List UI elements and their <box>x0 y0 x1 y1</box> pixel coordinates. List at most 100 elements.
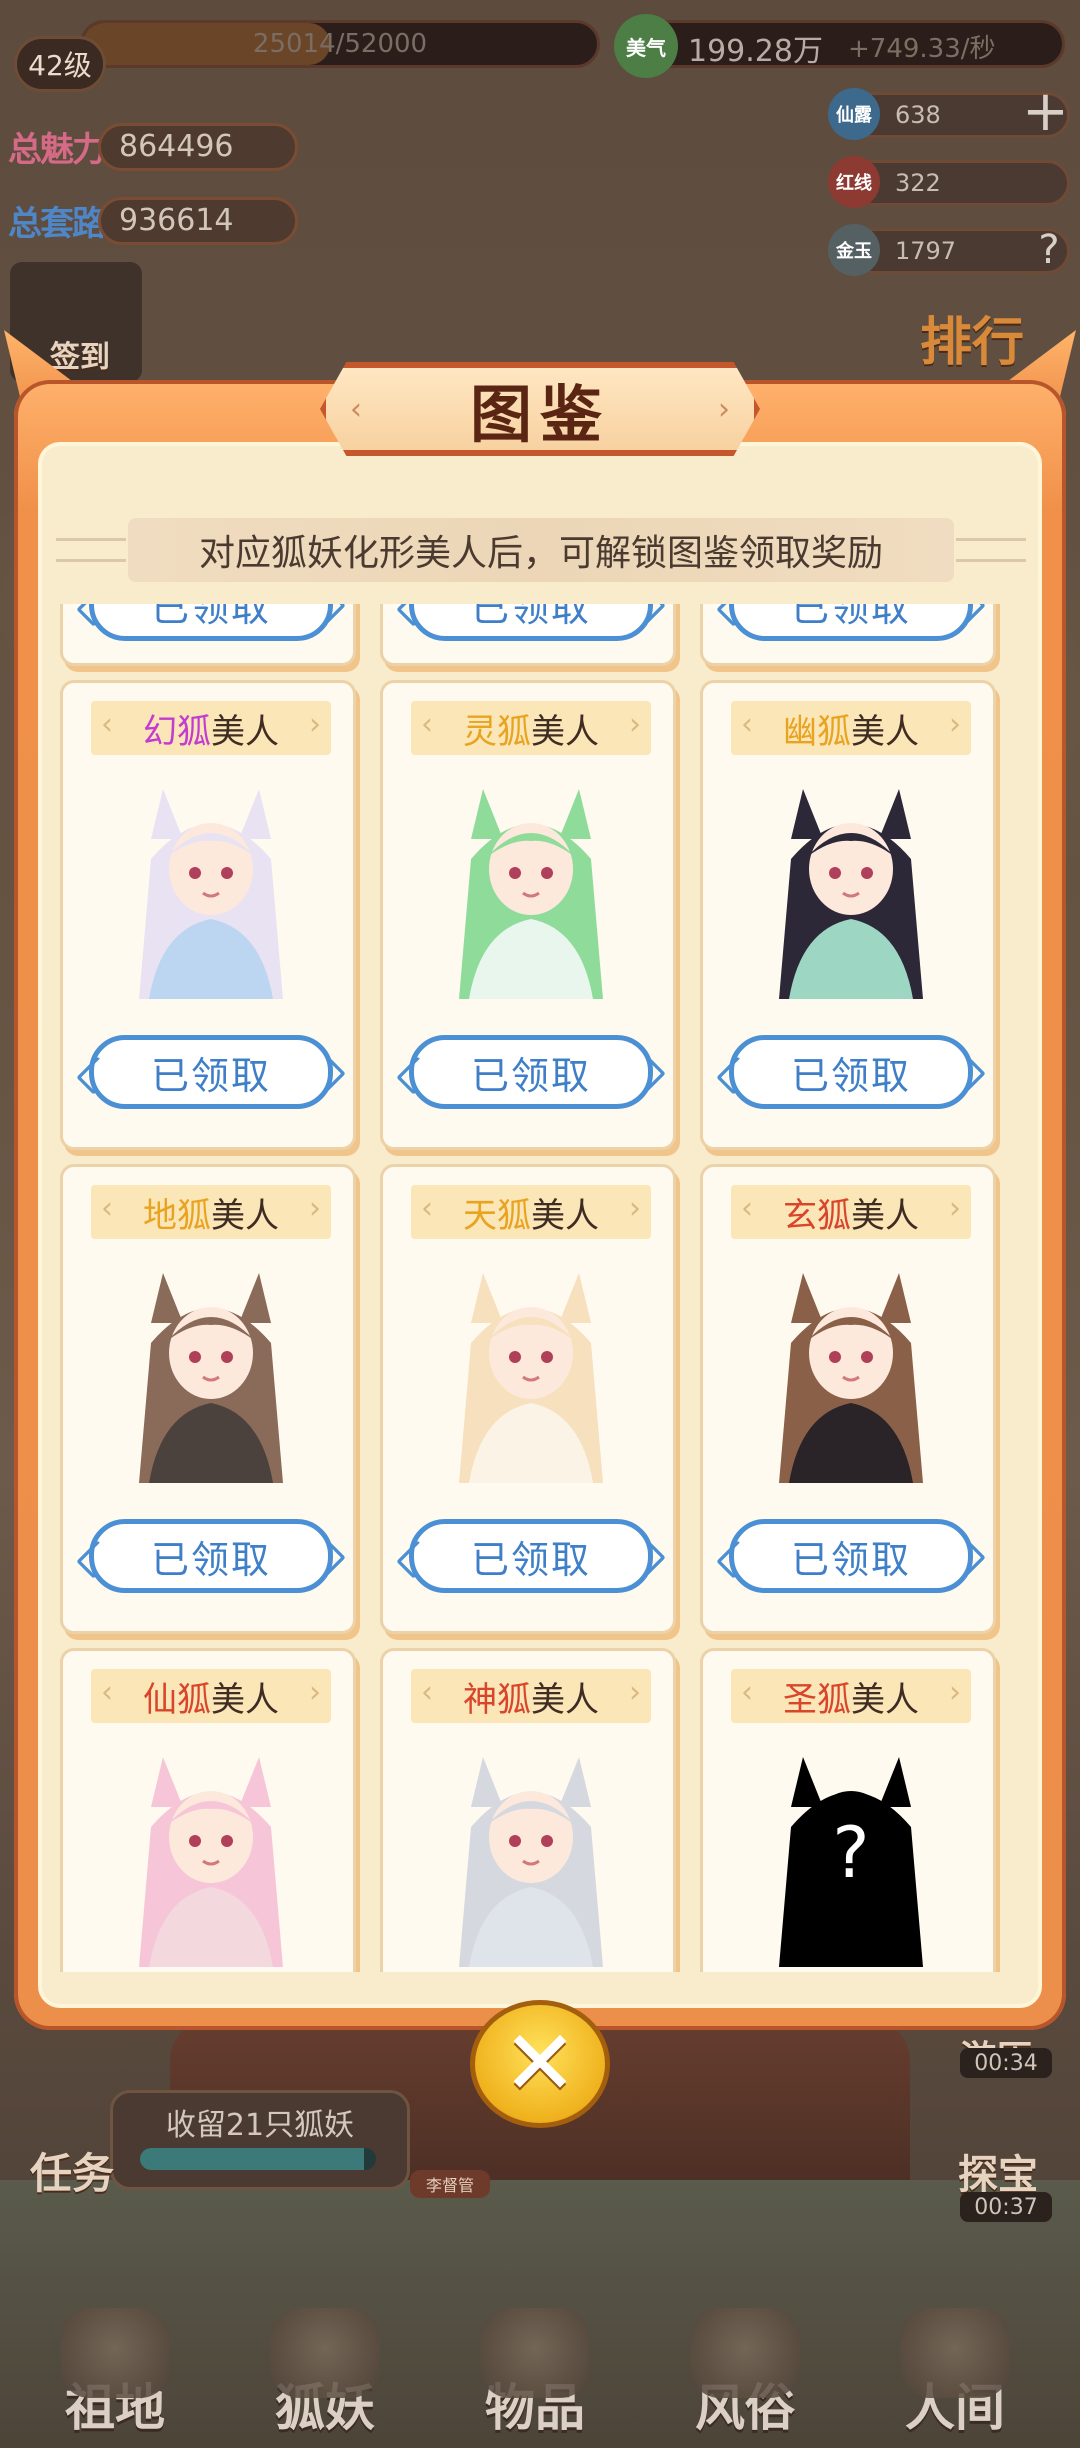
card-suffix: 美人 <box>851 1195 919 1236</box>
codex-card-prev-3: 已领取 <box>700 604 996 666</box>
codex-card[interactable]: 地狐美人已领取 <box>60 1164 356 1634</box>
rank-button[interactable]: 排行 <box>920 300 1024 375</box>
nav-customs[interactable]: 风俗 <box>660 2300 830 2440</box>
codex-card[interactable]: 幻狐美人已领取 <box>60 680 356 1150</box>
codex-card[interactable]: 神狐美人 <box>380 1648 676 1972</box>
card-name-plate: 天狐美人 <box>411 1185 651 1239</box>
nav-items[interactable]: 物品 <box>450 2300 620 2440</box>
help-icon[interactable]: ? <box>1026 230 1072 276</box>
wealth-value: 936614 <box>98 196 298 245</box>
subtitle-left-ornament <box>56 538 126 562</box>
fox-beauty-portrait <box>139 1273 283 1483</box>
codex-card-prev-1: 已领取 <box>60 604 356 666</box>
xp-text: 25014/52000 <box>252 29 428 59</box>
fox-spirit-icon <box>270 2308 380 2398</box>
add-resource-button[interactable]: + <box>1022 84 1069 140</box>
card-name-plate: 圣狐美人 <box>731 1669 971 1723</box>
claimed-button[interactable]: 已领取 <box>729 1519 973 1593</box>
card-suffix: 美人 <box>211 711 279 752</box>
claimed-button[interactable]: 已领取 <box>89 1519 333 1593</box>
card-fox-type: 玄狐 <box>783 1195 851 1236</box>
locked-silhouette: ? <box>779 1757 923 1967</box>
card-name-plate: 幽狐美人 <box>731 701 971 755</box>
resource-2-pill: 322 <box>850 160 1070 206</box>
task-progress-fill <box>140 2148 365 2170</box>
nav-fox-spirit[interactable]: 狐妖 <box>240 2300 410 2440</box>
card-suffix: 美人 <box>211 1195 279 1236</box>
modal-title: 图鉴 <box>469 378 610 451</box>
card-suffix: 美人 <box>531 1195 599 1236</box>
fox-beauty-portrait <box>139 789 283 999</box>
card-fox-type: 幽狐 <box>783 711 851 752</box>
human-world-icon <box>900 2308 1010 2398</box>
card-fox-type: 灵狐 <box>463 711 531 752</box>
card-name-plate: 仙狐美人 <box>91 1669 331 1723</box>
codex-card[interactable]: 玄狐美人已领取 <box>700 1164 996 1634</box>
resource-2-icon: 红线 <box>828 156 880 208</box>
codex-card[interactable]: 灵狐美人已领取 <box>380 680 676 1150</box>
card-suffix: 美人 <box>211 1679 279 1720</box>
fox-beauty-portrait <box>779 789 923 999</box>
claimed-button[interactable]: 已领取 <box>729 604 973 641</box>
codex-scroll-area[interactable]: 已领取 已领取 已领取 幻狐美人已领取灵狐美人已领取幽狐美人已领取地狐美人已领取… <box>60 604 1020 1972</box>
charm-label: 总魅力 <box>8 130 106 170</box>
wealth-stat: 总套路 936614 <box>8 196 298 245</box>
checkin-label: 签到 <box>50 340 110 375</box>
claimed-button[interactable]: 已领取 <box>729 1035 973 1109</box>
resource-2-value: 322 <box>895 169 941 197</box>
card-name-plate: 幻狐美人 <box>91 701 331 755</box>
fox-beauty-portrait <box>459 1757 603 1967</box>
title-right-arrow-icon: › <box>718 392 730 427</box>
charm-stat: 总魅力 864496 <box>8 122 298 171</box>
card-suffix: 美人 <box>851 1679 919 1720</box>
resource-3-value: 1797 <box>895 237 957 265</box>
subtitle-right-ornament <box>956 538 1026 562</box>
card-suffix: 美人 <box>531 1679 599 1720</box>
card-fox-type: 仙狐 <box>143 1679 211 1720</box>
claimed-button[interactable]: 已领取 <box>89 1035 333 1109</box>
card-fox-type: 天狐 <box>463 1195 531 1236</box>
codex-card[interactable]: 圣狐美人? <box>700 1648 996 1972</box>
items-icon <box>480 2308 590 2398</box>
task-label[interactable]: 任务 <box>30 2140 114 2201</box>
claimed-button[interactable]: 已领取 <box>409 1519 653 1593</box>
card-fox-type: 神狐 <box>463 1679 531 1720</box>
card-name-plate: 玄狐美人 <box>731 1185 971 1239</box>
task-text: 收留21只狐妖 <box>165 2108 355 2143</box>
fox-beauty-portrait <box>459 789 603 999</box>
close-icon[interactable]: ✕ <box>470 2000 610 2128</box>
nav-human-world[interactable]: 人间 <box>870 2300 1040 2440</box>
treasure-timer: 00:37 <box>960 2192 1052 2222</box>
fox-beauty-portrait <box>139 1757 283 1967</box>
codex-card[interactable]: 天狐美人已领取 <box>380 1164 676 1634</box>
beauty-icon: 美气 <box>614 14 678 78</box>
codex-card-prev-2: 已领取 <box>380 604 676 666</box>
resource-3-icon: 金玉 <box>828 224 880 276</box>
nav-ancestral-land[interactable]: 祖地 <box>30 2300 200 2440</box>
card-suffix: 美人 <box>851 711 919 752</box>
card-name-plate: 灵狐美人 <box>411 701 651 755</box>
claimed-button[interactable]: 已领取 <box>409 604 653 641</box>
claimed-button[interactable]: 已领取 <box>89 604 333 641</box>
claimed-button[interactable]: 已领取 <box>409 1035 653 1109</box>
travel-timer: 00:34 <box>960 2048 1052 2078</box>
card-fox-type: 地狐 <box>143 1195 211 1236</box>
codex-card[interactable]: 幽狐美人已领取 <box>700 680 996 1150</box>
resource-1-value: 638 <box>895 101 941 129</box>
codex-card[interactable]: 仙狐美人 <box>60 1648 356 1972</box>
beauty-rate: +749.33/秒 <box>848 34 996 64</box>
beauty-value: 199.28万 <box>688 34 823 69</box>
resource-1-icon: 仙露 <box>828 88 880 140</box>
wealth-label: 总套路 <box>8 204 106 244</box>
card-name-plate: 地狐美人 <box>91 1185 331 1239</box>
modal-title-plate: 图鉴 <box>320 362 760 456</box>
modal-subtitle: 对应狐妖化形美人后，可解锁图鉴领取奖励 <box>128 518 954 582</box>
card-fox-type: 圣狐 <box>783 1679 851 1720</box>
charm-value: 864496 <box>98 122 298 171</box>
npc-tag: 李督管 <box>410 2170 490 2198</box>
codex-card-grid: 已领取 已领取 已领取 幻狐美人已领取灵狐美人已领取幽狐美人已领取地狐美人已领取… <box>60 604 1020 1972</box>
card-name-plate: 神狐美人 <box>411 1669 651 1723</box>
card-fox-type: 幻狐 <box>143 711 211 752</box>
level-badge[interactable]: 42级 <box>14 36 106 92</box>
card-suffix: 美人 <box>531 711 599 752</box>
